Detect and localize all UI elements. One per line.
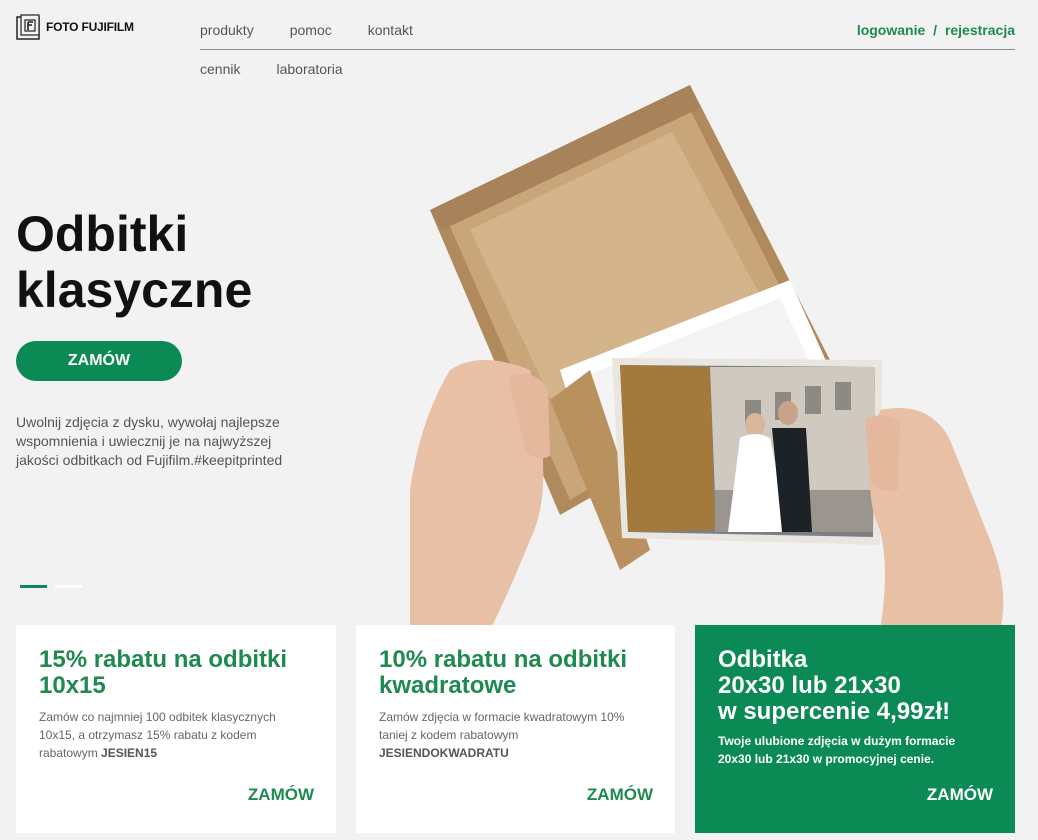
nav-kontakt[interactable]: kontakt [368,22,413,38]
promo-card-3-title-line3: w supercenie 4,99zł! [718,698,951,725]
promo-card-2: 10% rabatu na odbitki kwadratowe Zamów z… [356,625,675,833]
promo-card-3-title-line2: 20x30 lub 21x30 [718,672,901,699]
promo-card-2-description: Zamów zdjęcia w formacie kwadratowym 10%… [379,710,625,742]
header-divider [200,49,1015,50]
promo-card-1: 15% rabatu na odbitki 10x15 Zamów co naj… [16,625,336,833]
register-link[interactable]: rejestracja [945,22,1015,38]
logo[interactable]: FOTO FUJIFILM [16,14,134,40]
nav-pomoc[interactable]: pomoc [290,22,332,38]
nav-cennik[interactable]: cennik [200,61,240,77]
fujifilm-logo-icon [16,14,40,40]
promo-card-2-title: 10% rabatu na odbitki kwadratowe [379,646,628,699]
auth-separator: / [933,22,938,38]
promo-card-1-order-button[interactable]: ZAMÓW [248,785,314,805]
auth-links: logowanie / rejestracja [857,22,1015,38]
promo-card-3: Odbitka 20x30 lub 21x30 w supercenie 4,9… [695,625,1015,833]
promo-card-2-order-button[interactable]: ZAMÓW [587,785,653,805]
nav-laboratoria[interactable]: laboratoria [276,61,342,77]
promo-card-3-order-button[interactable]: ZAMÓW [927,785,993,805]
secondary-nav: cennik laboratoria [200,61,343,77]
promo-card-1-title: 15% rabatu na odbitki 10x15 [39,646,288,699]
hero-title: Odbitki klasyczne [16,206,252,318]
carousel-dot-2[interactable] [55,585,82,588]
promo-card-1-description: Zamów co najmniej 100 odbitek klasycznyc… [39,710,276,760]
hero-image [410,85,1004,630]
hero-description: Uwolnij zdjęcia z dysku, wywołaj najleps… [16,414,283,468]
promo-card-1-code: JESIEN15 [101,746,158,760]
login-link[interactable]: logowanie [857,22,925,38]
promo-card-3-title: Odbitka 20x30 lub 21x30 w supercenie 4,9… [718,647,1003,725]
hero-title-line1: Odbitki [16,206,189,262]
nav-produkty[interactable]: produkty [200,22,254,38]
promo-card-1-text: Zamów co najmniej 100 odbitek klasycznyc… [39,708,309,762]
hero-order-button[interactable]: ZAMÓW [16,341,182,381]
promo-card-2-text: Zamów zdjęcia w formacie kwadratowym 10%… [379,708,649,762]
main-nav: produkty pomoc kontakt [200,22,413,38]
carousel-indicators [20,585,82,588]
carousel-dot-1[interactable] [20,585,47,588]
promo-card-3-text: Twoje ulubione zdjęcia w dużym formacie … [718,734,956,766]
logo-text: FOTO FUJIFILM [46,20,134,34]
promo-card-3-title-line1: Odbitka [718,646,808,673]
hero-title-line2: klasyczne [16,262,253,318]
promo-card-2-code: JESIENDOKWADRATU [379,746,509,760]
